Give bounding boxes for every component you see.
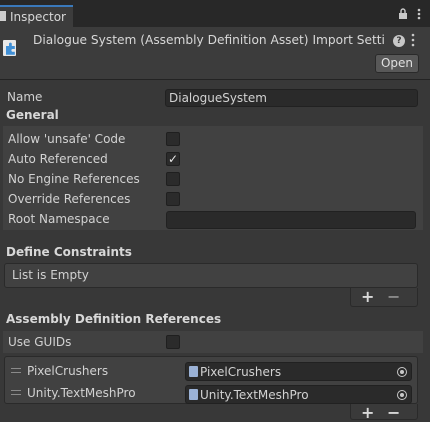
tab-inspector[interactable]: Inspector [0, 5, 73, 27]
help-icon[interactable]: ? [393, 35, 405, 47]
inspector-title: Dialogue System (Assembly Definition Ass… [33, 33, 385, 47]
reference-value: PixelCrushers [200, 365, 282, 379]
define-constraints-list: List is Empty [4, 263, 418, 288]
assembly-definition-icon [3, 40, 16, 56]
lock-icon[interactable] [398, 8, 408, 20]
assembly-refs-title: Assembly Definition References [6, 312, 222, 326]
no-engine-references-checkbox[interactable] [166, 172, 180, 186]
auto-referenced-checkbox[interactable]: ✓ [166, 152, 180, 166]
define-constraints-footer: + − [350, 288, 418, 307]
allow-unsafe-checkbox[interactable] [166, 132, 180, 146]
use-guids-label: Use GUIDs [8, 335, 72, 349]
object-picker-icon[interactable] [397, 367, 407, 377]
asset-file-icon [189, 389, 198, 400]
remove-constraint-button[interactable]: − [387, 289, 400, 305]
reference-value: Unity.TextMeshPro [200, 388, 309, 402]
root-namespace-label: Root Namespace [8, 212, 110, 226]
no-engine-references-label: No Engine References [8, 172, 140, 186]
assembly-refs-list: PixelCrushers PixelCrushers Unity.TextMe… [4, 356, 418, 404]
tab-menu-icon[interactable] [417, 8, 421, 20]
asset-file-icon [189, 366, 198, 377]
reference-field[interactable]: PixelCrushers [185, 362, 412, 381]
inspector-header: Dialogue System (Assembly Definition Ass… [0, 27, 430, 80]
add-reference-button[interactable]: + [361, 405, 374, 421]
drag-handle-icon[interactable] [11, 390, 21, 395]
inspector-icon [0, 11, 6, 21]
reference-label: PixelCrushers [27, 364, 109, 378]
reference-label: Unity.TextMeshPro [27, 386, 136, 400]
auto-referenced-label: Auto Referenced [8, 152, 108, 166]
root-namespace-field[interactable] [166, 211, 416, 229]
tab-inspector-label: Inspector [10, 10, 66, 24]
object-picker-icon[interactable] [397, 390, 407, 400]
remove-reference-button[interactable]: − [387, 405, 400, 421]
define-constraints-title: Define Constraints [6, 245, 132, 259]
list-empty-text: List is Empty [12, 268, 89, 282]
open-button[interactable]: Open [375, 54, 419, 73]
name-field[interactable]: DialogueSystem [165, 89, 418, 107]
allow-unsafe-label: Allow 'unsafe' Code [8, 132, 126, 146]
header-menu-icon[interactable] [411, 33, 415, 47]
add-constraint-button[interactable]: + [361, 289, 374, 305]
drag-handle-icon[interactable] [11, 368, 21, 373]
reference-field[interactable]: Unity.TextMeshPro [185, 385, 412, 404]
override-references-checkbox[interactable] [166, 192, 180, 206]
general-title: General [6, 108, 59, 122]
name-label: Name [7, 90, 43, 104]
override-references-label: Override References [8, 192, 131, 206]
use-guids-checkbox[interactable] [166, 335, 180, 349]
assembly-refs-footer: + − [350, 404, 418, 421]
